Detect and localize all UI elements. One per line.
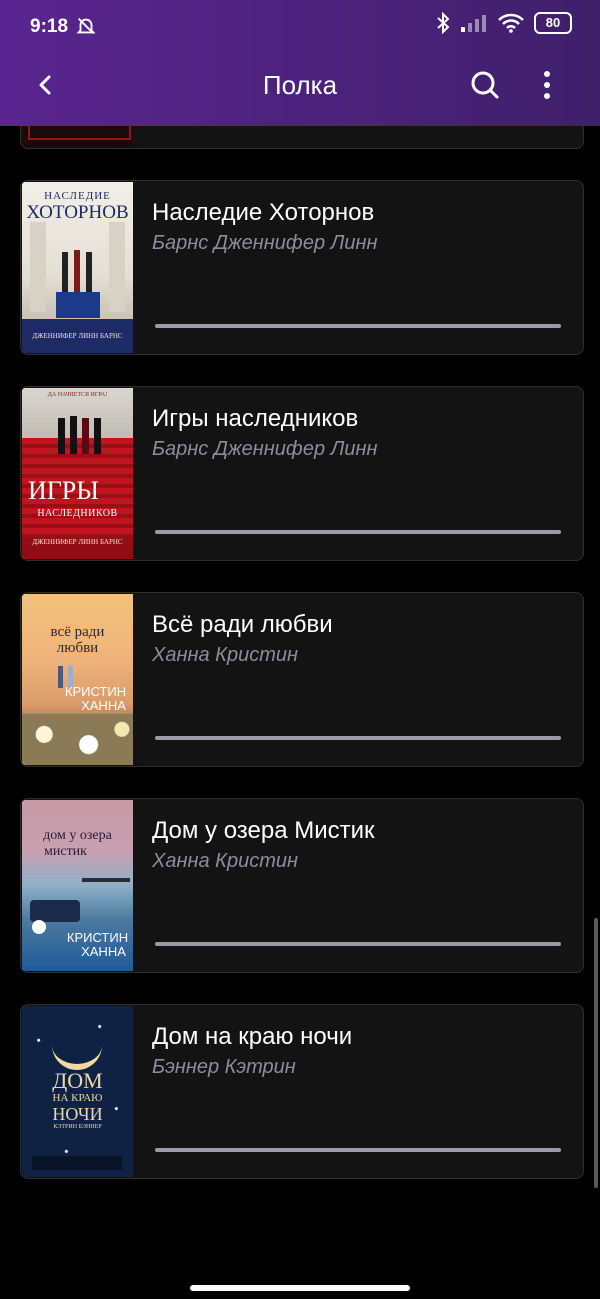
book-list[interactable]: НАСЛЕДИЕ ХОТОРНОВ ДЖЕННИФЕР ЛИНН БАРНС Н…	[0, 0, 600, 1299]
scrollbar[interactable]	[594, 918, 598, 1188]
signal-icon	[461, 15, 486, 32]
page-title: Полка	[262, 70, 338, 100]
do-not-disturb-icon	[76, 18, 96, 34]
battery-indicator: 80	[534, 12, 572, 34]
book-cover: всё ради любви КРИСТИН ХАННА	[22, 594, 133, 765]
wifi-icon	[498, 13, 524, 33]
book-cover: дом у озера мистик КРИСТИН ХАННА	[22, 800, 133, 971]
bluetooth-icon	[437, 12, 450, 34]
more-options-icon[interactable]	[530, 66, 564, 104]
book-card[interactable]: ДА НАЧНЕТСЯ ИГРА! ИГРЫ НАСЛЕДНИКОВ ДЖЕНН…	[20, 386, 584, 561]
status-bar: 9:18 80	[0, 0, 600, 54]
progress-fill	[155, 324, 561, 328]
book-author: Бэннер Кэтрин	[152, 1056, 296, 1078]
book-card[interactable]: ДОМ НА КРАЮ НОЧИ КЭТРИН БЭННЕР Дом на кр…	[20, 1004, 584, 1179]
book-title: Дом у озера Мистик	[152, 817, 375, 844]
progress-fill	[155, 942, 561, 946]
search-icon[interactable]	[468, 68, 502, 102]
book-card[interactable]: дом у озера мистик КРИСТИН ХАННА Дом у о…	[20, 798, 584, 973]
book-author: Барнс Дженнифер Линн	[152, 232, 378, 254]
progress-fill	[155, 530, 561, 534]
book-title: Всё ради любви	[152, 611, 333, 638]
home-indicator[interactable]	[190, 1285, 410, 1291]
progress-fill	[155, 1148, 561, 1152]
book-title: Игры наследников	[152, 405, 359, 432]
toolbar: Полка	[0, 54, 600, 118]
reading-progress-bar	[155, 1148, 561, 1152]
status-time: 9:18	[30, 16, 69, 37]
book-card[interactable]: НАСЛЕДИЕ ХОТОРНОВ ДЖЕННИФЕР ЛИНН БАРНС Н…	[20, 180, 584, 355]
book-author: Ханна Кристин	[152, 644, 298, 666]
book-card[interactable]: всё ради любви КРИСТИН ХАННА Всё ради лю…	[20, 592, 584, 767]
book-cover: ДА НАЧНЕТСЯ ИГРА! ИГРЫ НАСЛЕДНИКОВ ДЖЕНН…	[22, 388, 133, 559]
app-bar: 9:18 80 Полка	[0, 0, 600, 126]
reading-progress-bar	[155, 324, 561, 328]
progress-fill	[155, 736, 561, 740]
book-author: Ханна Кристин	[152, 850, 298, 872]
reading-progress-bar	[155, 942, 561, 946]
book-title: Наследие Хоторнов	[152, 199, 375, 226]
book-title: Дом на краю ночи	[152, 1023, 353, 1050]
book-cover: ДОМ НА КРАЮ НОЧИ КЭТРИН БЭННЕР	[22, 1006, 133, 1177]
book-author: Барнс Дженнифер Линн	[152, 438, 378, 460]
reading-progress-bar	[155, 736, 561, 740]
book-cover: НАСЛЕДИЕ ХОТОРНОВ ДЖЕННИФЕР ЛИНН БАРНС	[22, 182, 133, 353]
reading-progress-bar	[155, 530, 561, 534]
